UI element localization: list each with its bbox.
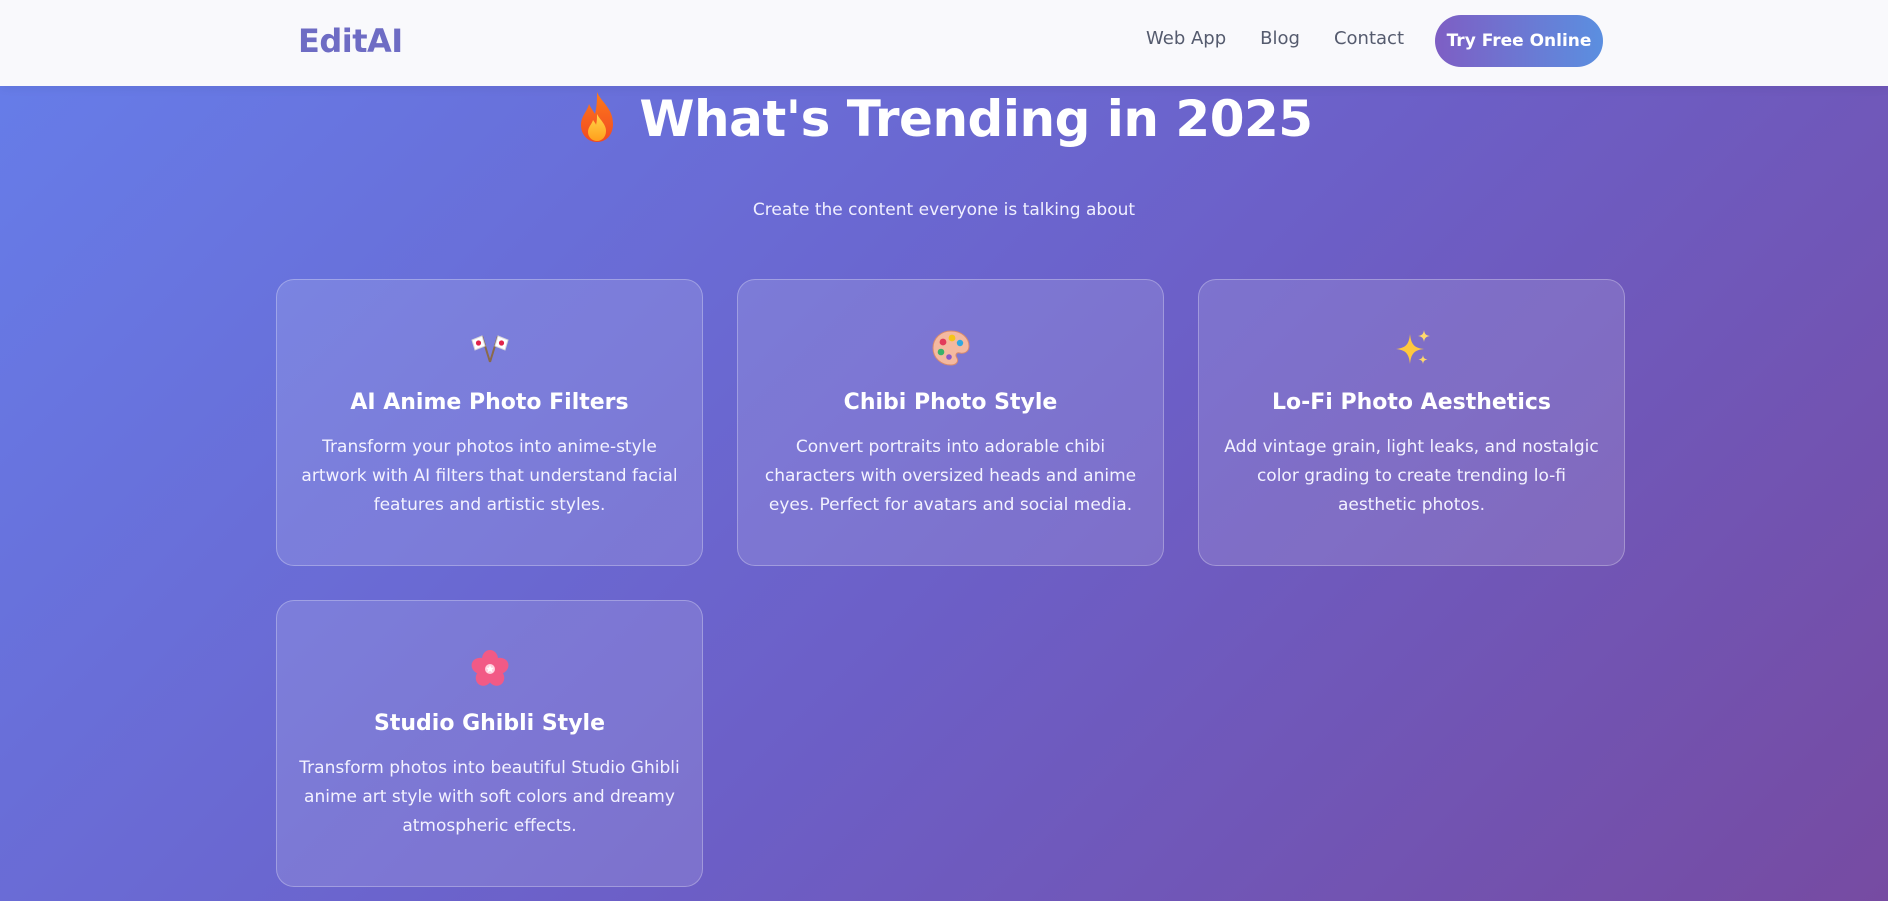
palette-icon	[931, 328, 971, 368]
page-title: What's Trending in 2025	[0, 90, 1888, 156]
brand-logo[interactable]: EditAI	[298, 22, 403, 60]
sparkles-icon	[1392, 328, 1432, 368]
flame-icon	[575, 90, 619, 156]
card-description: Transform your photos into anime-style a…	[301, 437, 678, 515]
try-free-online-button[interactable]: Try Free Online	[1435, 15, 1603, 67]
card-description: Add vintage grain, light leaks, and nost…	[1224, 437, 1599, 515]
feature-card-lofi-aesthetics[interactable]: Lo-Fi Photo Aesthetics Add vintage grain…	[1198, 279, 1625, 566]
main-nav: Web App Blog Contact	[1146, 28, 1404, 49]
feature-card-anime-filters[interactable]: AI Anime Photo Filters Transform your ph…	[276, 279, 703, 566]
card-description: Convert portraits into adorable chibi ch…	[764, 437, 1137, 515]
crossed-flags-icon	[470, 328, 510, 368]
nav-link-web-app[interactable]: Web App	[1146, 28, 1226, 49]
card-title: Chibi Photo Style	[843, 390, 1058, 415]
feature-card-ghibli-style[interactable]: Studio Ghibli Style Transform photos int…	[276, 600, 703, 887]
nav-link-blog[interactable]: Blog	[1260, 28, 1300, 49]
card-title: Lo-Fi Photo Aesthetics	[1271, 390, 1552, 415]
site-header: EditAI Web App Blog Contact Try Free Onl…	[0, 0, 1888, 86]
cherry-blossom-icon	[470, 649, 510, 689]
card-title: Studio Ghibli Style	[374, 711, 605, 736]
card-description: Transform photos into beautiful Studio G…	[299, 758, 680, 836]
card-title: AI Anime Photo Filters	[350, 390, 629, 415]
page-subtitle: Create the content everyone is talking a…	[752, 200, 1136, 220]
nav-link-contact[interactable]: Contact	[1334, 28, 1404, 49]
page-title-text: What's Trending in 2025	[639, 90, 1313, 148]
feature-card-chibi-style[interactable]: Chibi Photo Style Convert portraits into…	[737, 279, 1164, 566]
